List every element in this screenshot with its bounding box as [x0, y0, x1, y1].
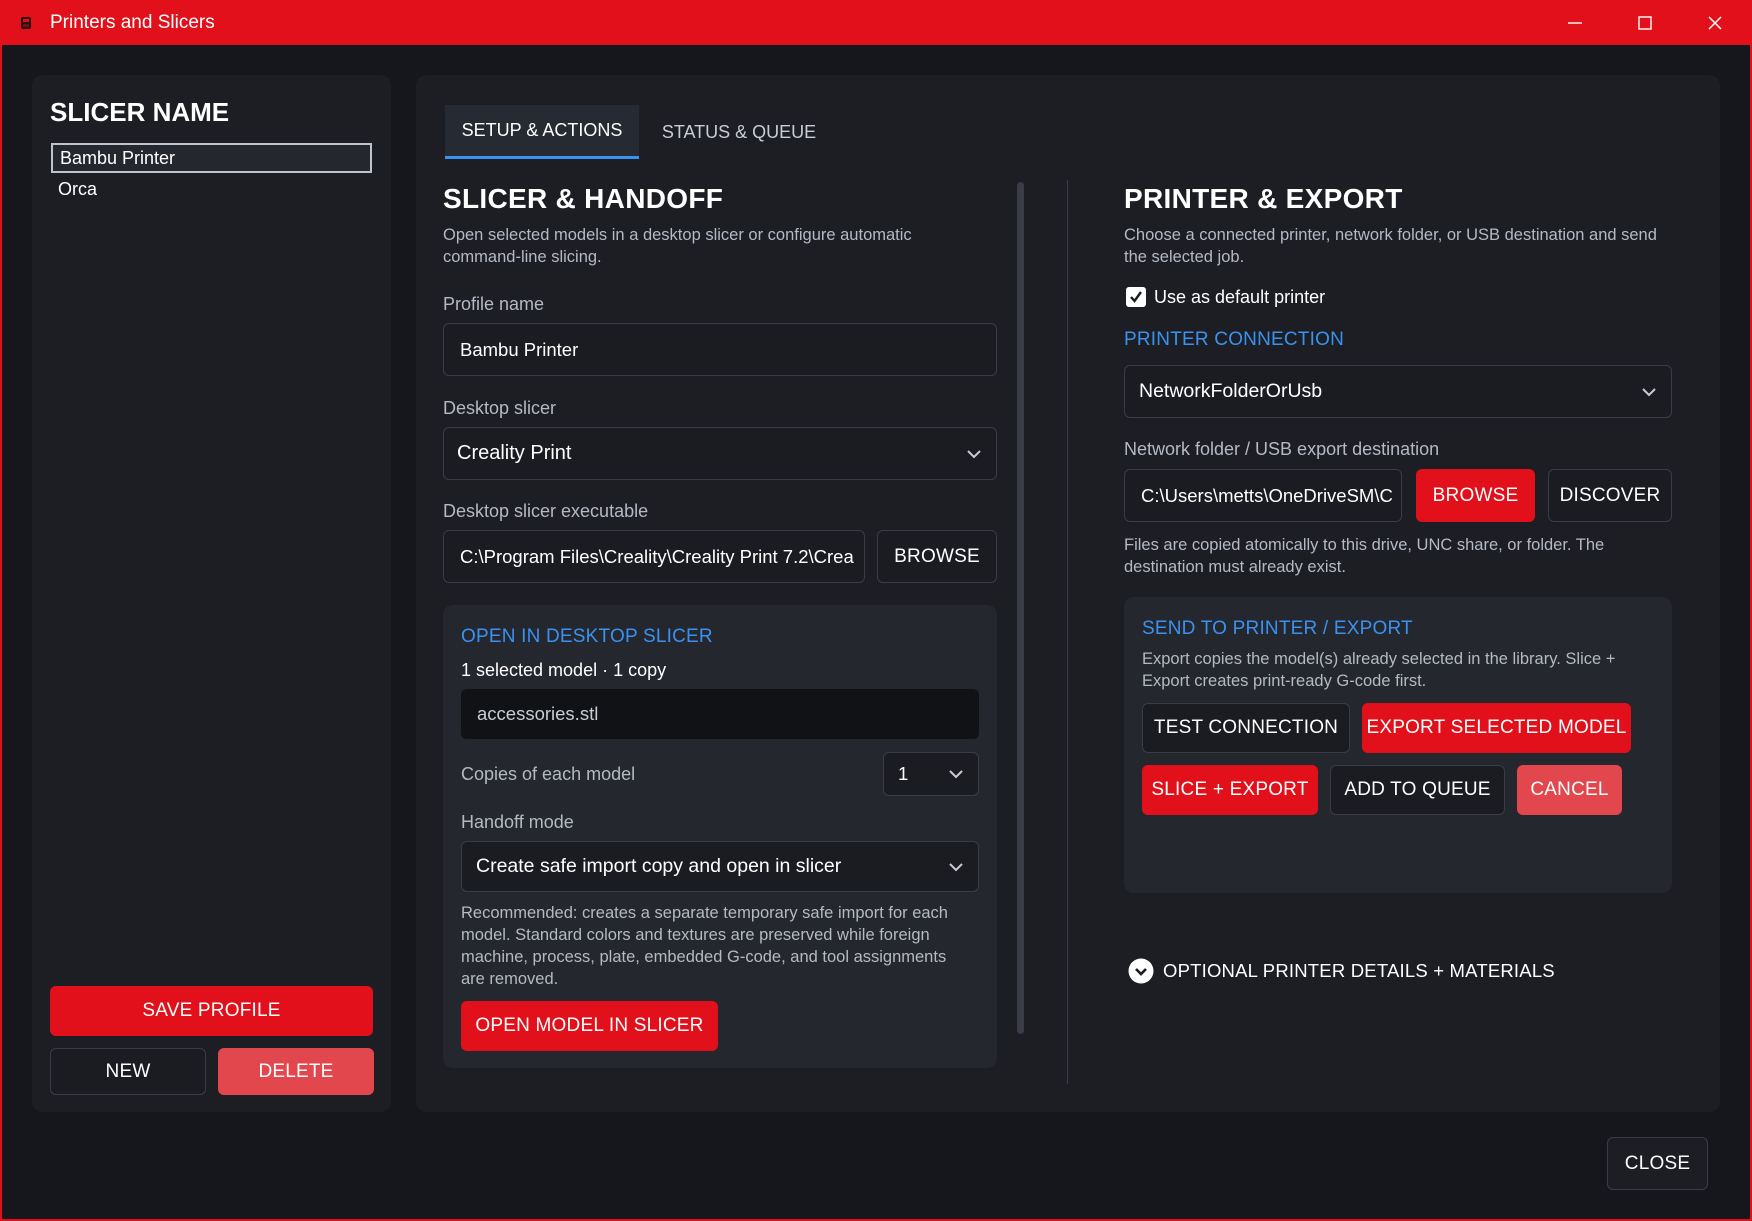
printer-connection-value: NetworkFolderOrUsb — [1139, 380, 1323, 402]
handoff-recommendation: Recommended: creates a separate temporar… — [461, 904, 948, 988]
save-profile-button[interactable]: SAVE PROFILE — [50, 986, 373, 1036]
export-destination-label: Network folder / USB export destination — [1124, 439, 1440, 459]
slice-export-button[interactable]: SLICE + EXPORT — [1142, 765, 1318, 815]
window-title: Printers and Slicers — [50, 11, 215, 33]
copies-select[interactable]: 1 — [883, 752, 979, 796]
printer-description: Choose a connected printer, network fold… — [1124, 226, 1657, 266]
minimize-button[interactable] — [1541, 0, 1609, 45]
close-icon — [1708, 15, 1722, 30]
send-to-printer-description: Export copies the model(s) already selec… — [1142, 650, 1616, 690]
desktop-slicer-select[interactable]: Creality Print — [443, 427, 997, 480]
optional-details-expander[interactable]: OPTIONAL PRINTER DETAILS + MATERIALS — [1128, 958, 1555, 984]
slicer-section-title: SLICER & HANDOFF — [443, 183, 724, 214]
selected-file-item[interactable]: accessories.stl — [461, 689, 979, 739]
executable-label: Desktop slicer executable — [443, 501, 649, 521]
tab-status-queue[interactable]: STATUS & QUEUE — [652, 105, 826, 159]
printer-connection-heading: PRINTER CONNECTION — [1124, 329, 1344, 350]
close-button[interactable]: CLOSE — [1607, 1137, 1708, 1190]
chevron-down-icon — [949, 862, 963, 871]
expand-chevron-icon — [1128, 958, 1154, 984]
printer-section-title: PRINTER & EXPORT — [1124, 183, 1403, 214]
new-profile-button[interactable]: NEW — [50, 1048, 206, 1095]
add-to-queue-button[interactable]: ADD TO QUEUE — [1330, 765, 1505, 815]
open-model-in-slicer-button[interactable]: OPEN MODEL IN SLICER — [461, 1001, 718, 1051]
app-icon — [16, 13, 36, 33]
printer-connection-select[interactable]: NetworkFolderOrUsb — [1124, 365, 1672, 418]
selection-summary: 1 selected model · 1 copy — [461, 660, 667, 680]
copies-value: 1 — [898, 763, 909, 784]
test-connection-button[interactable]: TEST CONNECTION — [1142, 703, 1350, 753]
left-column-scrollbar[interactable] — [1017, 182, 1024, 1034]
close-window-button[interactable] — [1681, 0, 1749, 45]
handoff-mode-select[interactable]: Create safe import copy and open in slic… — [461, 841, 979, 892]
handoff-mode-value: Create safe import copy and open in slic… — [476, 855, 842, 877]
desktop-slicer-label: Desktop slicer — [443, 398, 557, 418]
chevron-down-icon — [1642, 387, 1656, 396]
title-bar: Printers and Slicers — [0, 0, 1752, 45]
cancel-button[interactable]: CANCEL — [1517, 765, 1622, 815]
profile-item-bambu-printer[interactable]: Bambu Printer — [51, 143, 372, 173]
profile-item-orca[interactable]: Orca — [51, 174, 372, 204]
send-to-printer-heading: SEND TO PRINTER / EXPORT — [1142, 618, 1413, 639]
profile-name-label: Profile name — [443, 294, 545, 314]
handoff-mode-label: Handoff mode — [461, 812, 574, 832]
slicer-description: Open selected models in a desktop slicer… — [443, 226, 912, 266]
maximize-button[interactable] — [1611, 0, 1679, 45]
executable-input[interactable]: C:\Program Files\Creality\Creality Print… — [443, 530, 865, 583]
maximize-icon — [1638, 15, 1652, 30]
sidebar: SLICER NAME Bambu Printer Orca SAVE PROF… — [32, 75, 391, 1112]
tab-setup-actions[interactable]: SETUP & ACTIONS — [445, 105, 639, 159]
checkmark-icon — [1130, 291, 1142, 303]
sidebar-heading: SLICER NAME — [50, 97, 230, 127]
open-in-slicer-heading: OPEN IN DESKTOP SLICER — [461, 626, 713, 647]
destination-browse-button[interactable]: BROWSE — [1416, 469, 1535, 522]
destination-note: Files are copied atomically to this driv… — [1124, 536, 1605, 576]
optional-details-label: OPTIONAL PRINTER DETAILS + MATERIALS — [1163, 960, 1555, 981]
executable-browse-button[interactable]: BROWSE — [877, 530, 997, 583]
minimize-icon — [1568, 21, 1582, 24]
export-destination-input[interactable]: C:\Users\metts\OneDriveSM\C — [1124, 469, 1402, 522]
default-printer-checkbox[interactable] — [1126, 287, 1146, 307]
chevron-down-icon — [967, 449, 981, 458]
desktop-slicer-value: Creality Print — [457, 442, 572, 464]
delete-profile-button[interactable]: DELETE — [218, 1048, 374, 1095]
discover-button[interactable]: DISCOVER — [1548, 469, 1672, 522]
profile-name-input[interactable]: Bambu Printer — [443, 323, 997, 376]
export-selected-model-button[interactable]: EXPORT SELECTED MODEL — [1362, 703, 1631, 753]
column-divider — [1067, 180, 1068, 1084]
copies-label: Copies of each model — [461, 764, 636, 784]
chevron-down-icon — [949, 770, 963, 779]
default-printer-label: Use as default printer — [1154, 287, 1326, 307]
